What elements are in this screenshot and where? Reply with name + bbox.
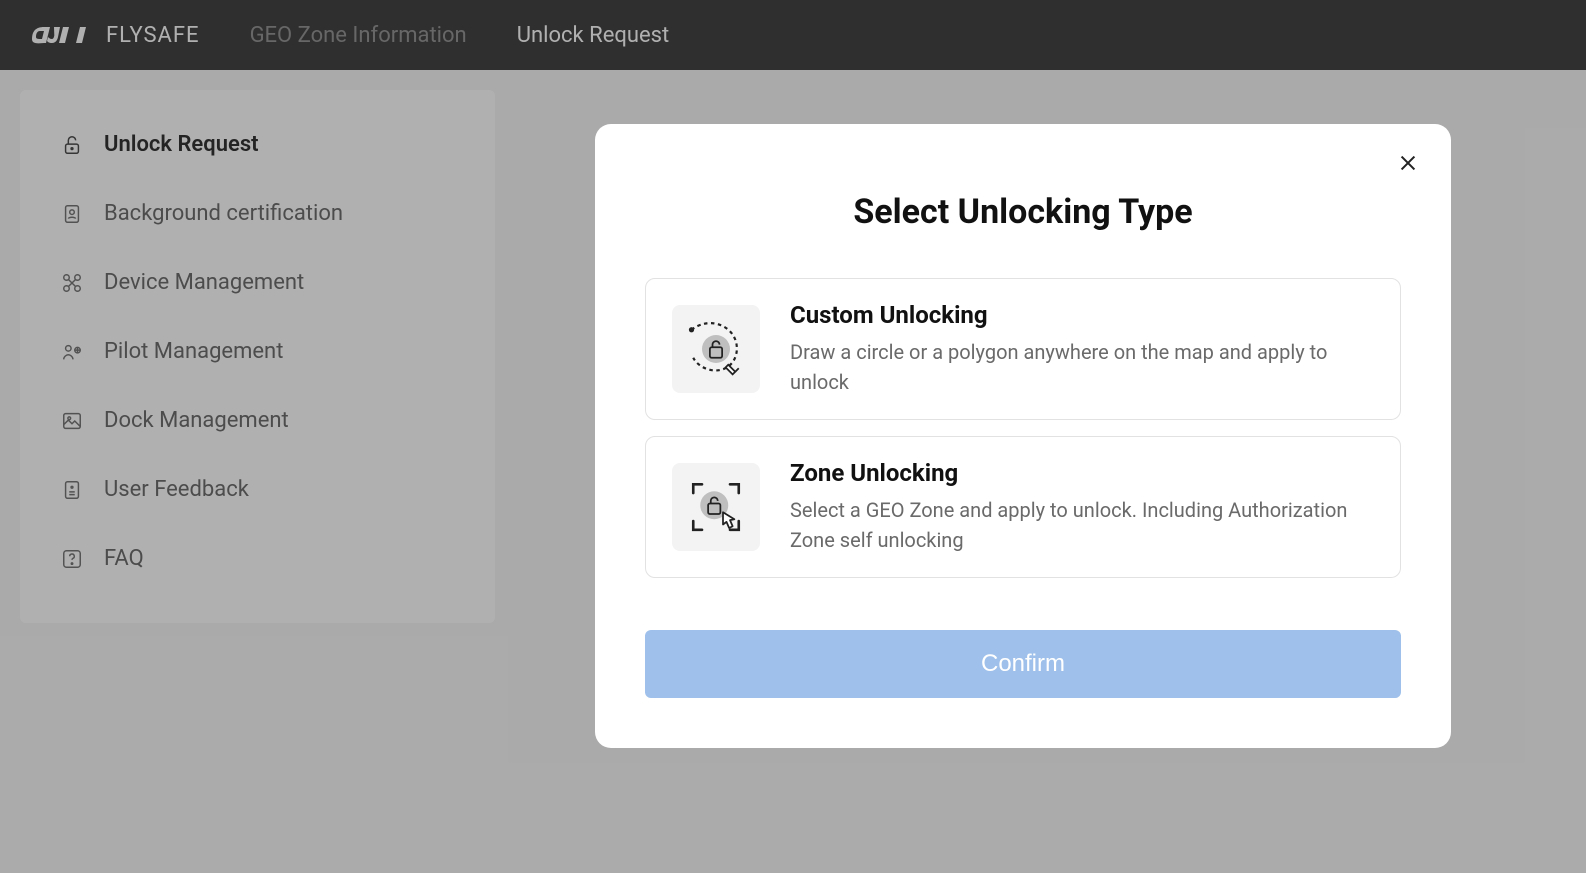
unlock-icon [60, 133, 84, 157]
nav-geo-zone-info[interactable]: GEO Zone Information [250, 23, 467, 48]
sidebar-item-label: Dock Management [104, 408, 289, 433]
sidebar-item-dock-mgmt[interactable]: Dock Management [20, 386, 495, 455]
dji-logo-icon [30, 19, 92, 51]
option-text: Zone Unlocking Select a GEO Zone and app… [790, 459, 1374, 555]
sidebar-item-pilot-mgmt[interactable]: Pilot Management [20, 317, 495, 386]
option-description: Select a GEO Zone and apply to unlock. I… [790, 495, 1374, 555]
sidebar-item-label: Pilot Management [104, 339, 283, 364]
brand-suffix: FLYSAFE [106, 23, 200, 48]
option-zone-unlocking[interactable]: Zone Unlocking Select a GEO Zone and app… [645, 436, 1401, 578]
document-icon [60, 478, 84, 502]
custom-unlock-icon [672, 305, 760, 393]
sidebar: Unlock Request Background certification [20, 90, 495, 623]
sidebar-item-faq[interactable]: FAQ [20, 524, 495, 593]
option-text: Custom Unlocking Draw a circle or a poly… [790, 301, 1374, 397]
sidebar-item-label: FAQ [104, 546, 144, 571]
option-title: Custom Unlocking [790, 301, 1374, 329]
sidebar-item-user-feedback[interactable]: User Feedback [20, 455, 495, 524]
sidebar-item-unlock-request[interactable]: Unlock Request [20, 110, 495, 179]
option-title: Zone Unlocking [790, 459, 1374, 487]
question-icon [60, 547, 84, 571]
nav-links: GEO Zone Information Unlock Request [250, 23, 670, 48]
logo-group: FLYSAFE [30, 19, 200, 51]
modal-title: Select Unlocking Type [645, 192, 1401, 232]
nav-unlock-request[interactable]: Unlock Request [517, 23, 670, 48]
option-description: Draw a circle or a polygon anywhere on t… [790, 337, 1374, 397]
image-icon [60, 409, 84, 433]
pilot-icon [60, 340, 84, 364]
sidebar-item-background-cert[interactable]: Background certification [20, 179, 495, 248]
option-custom-unlocking[interactable]: Custom Unlocking Draw a circle or a poly… [645, 278, 1401, 420]
drone-icon [60, 271, 84, 295]
app-header: FLYSAFE GEO Zone Information Unlock Requ… [0, 0, 1586, 70]
confirm-button[interactable]: Confirm [645, 630, 1401, 698]
sidebar-item-label: Background certification [104, 201, 343, 226]
sidebar-item-label: User Feedback [104, 477, 249, 502]
sidebar-item-label: Device Management [104, 270, 304, 295]
close-button[interactable] [1395, 150, 1421, 176]
certificate-icon [60, 202, 84, 226]
sidebar-item-label: Unlock Request [104, 132, 259, 157]
zone-unlock-icon [672, 463, 760, 551]
unlock-type-modal: Select Unlocking Type Custom Unlocking D… [595, 124, 1451, 748]
sidebar-item-device-mgmt[interactable]: Device Management [20, 248, 495, 317]
